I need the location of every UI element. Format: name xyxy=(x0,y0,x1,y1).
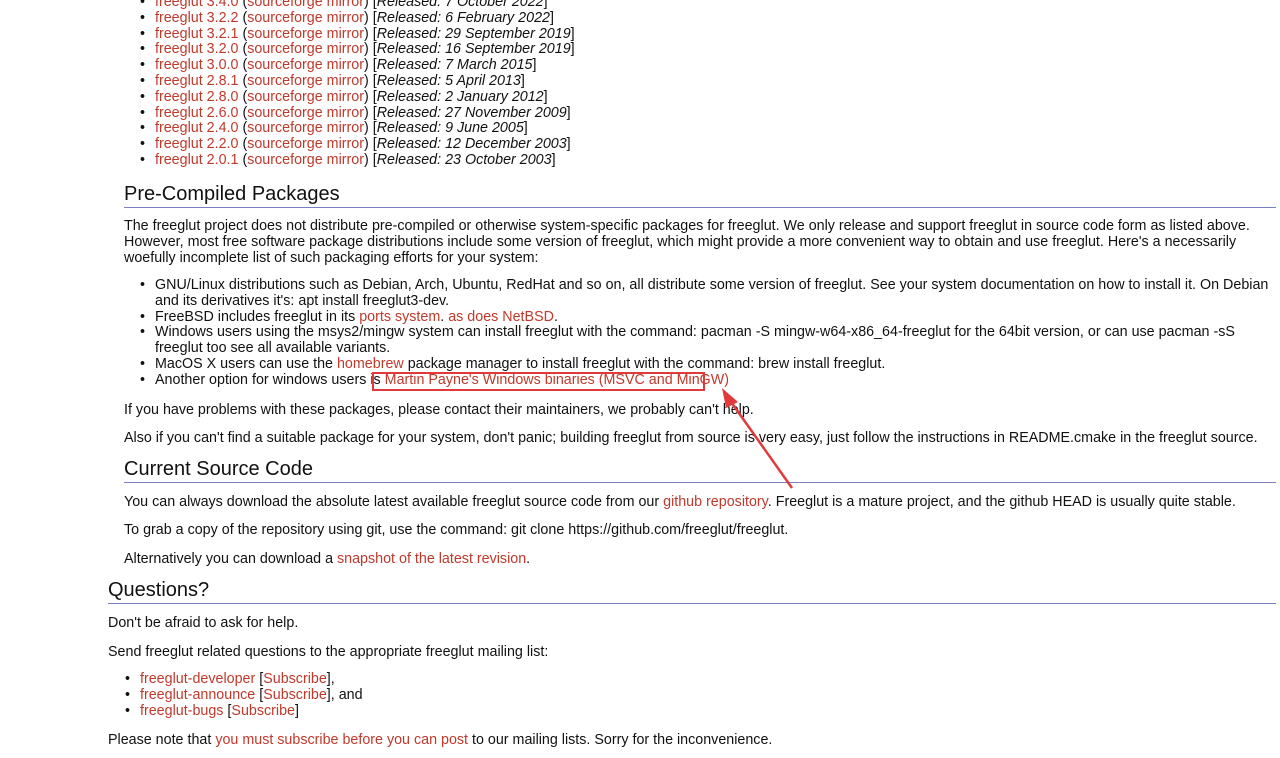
release-link[interactable]: freeglut 3.4.0 xyxy=(155,0,238,10)
release-date: Released: 27 November 2009 xyxy=(376,104,567,121)
release-link[interactable]: freeglut 2.8.1 xyxy=(155,73,238,89)
subscribe-link[interactable]: Subscribe xyxy=(263,687,327,703)
list-item: freeglut 2.8.0 (sourceforge mirror) [Rel… xyxy=(140,88,575,106)
release-link[interactable]: freeglut 2.2.0 xyxy=(155,136,238,152)
section-heading-precompiled: Pre-Compiled Packages xyxy=(124,181,1276,208)
mirror-link[interactable]: sourceforge mirror xyxy=(247,152,364,168)
list-item-linux: GNU/Linux distributions such as Debian, … xyxy=(140,277,1270,310)
mirror-link[interactable]: sourceforge mirror xyxy=(247,136,364,152)
mailing-list-intro: Send freeglut related questions to the a… xyxy=(108,644,549,660)
help-text: Don't be afraid to ask for help. xyxy=(108,615,299,631)
release-date: Released: 12 December 2003 xyxy=(376,136,567,153)
list-item: freeglut 2.0.1 (sourceforge mirror) [Rel… xyxy=(140,151,575,169)
snapshot-text: Alternatively you can download a snapsho… xyxy=(124,551,530,567)
another-option-text: Another option for windows users is xyxy=(155,371,385,388)
release-link[interactable]: freeglut 3.0.0 xyxy=(155,57,238,73)
list-item: freeglut 2.8.1 (sourceforge mirror) [Rel… xyxy=(140,72,575,90)
subscribe-link[interactable]: Subscribe xyxy=(263,671,327,687)
download-text: You can always download the absolute lat… xyxy=(124,494,1236,510)
mirror-link[interactable]: sourceforge mirror xyxy=(247,41,364,57)
list-tail: ], and xyxy=(326,686,363,703)
release-date: Released: 5 April 2013 xyxy=(376,72,521,89)
mirror-link[interactable]: sourceforge mirror xyxy=(247,0,364,10)
snapshot-link[interactable]: snapshot of the latest revision xyxy=(337,551,526,567)
linux-text: GNU/Linux distributions such as Debian, … xyxy=(155,277,1269,309)
section-heading-current-source: Current Source Code xyxy=(124,456,1276,483)
list-item-freebsd: FreeBSD includes freeglut in its ports s… xyxy=(140,308,1270,326)
windows-text: Windows users using the msys2/mingw syst… xyxy=(155,324,1235,357)
subscribe-before-post-link[interactable]: you must subscribe before you can post xyxy=(215,732,468,748)
release-date: Released: 2 January 2012 xyxy=(376,88,544,105)
problems-text: If you have problems with these packages… xyxy=(124,402,754,418)
release-date: Released: 23 October 2003 xyxy=(376,151,552,168)
release-date: Released: 16 September 2019 xyxy=(376,41,571,58)
download-text-post: . Freeglut is a mature project, and the … xyxy=(767,494,1236,510)
list-item-windows: Windows users using the msys2/mingw syst… xyxy=(140,324,1270,357)
mirror-link[interactable]: sourceforge mirror xyxy=(247,73,364,89)
list-item: freeglut 3.2.1 (sourceforge mirror) [Rel… xyxy=(140,25,575,43)
package-list: GNU/Linux distributions such as Debian, … xyxy=(140,277,1270,389)
also-text: Also if you can't find a suitable packag… xyxy=(124,430,1258,446)
github-repository-link[interactable]: github repository xyxy=(663,494,768,510)
list-item: freeglut-developer [Subscribe], xyxy=(125,671,363,688)
mirror-link[interactable]: sourceforge mirror xyxy=(247,120,364,136)
release-link[interactable]: freeglut 3.2.1 xyxy=(155,26,238,42)
git-clone-text: To grab a copy of the repository using g… xyxy=(124,522,789,538)
mirror-link[interactable]: sourceforge mirror xyxy=(247,105,364,121)
release-date: Released: 7 October 2022 xyxy=(376,0,544,10)
release-link[interactable]: freeglut 2.0.1 xyxy=(155,152,238,168)
list-item: freeglut 3.2.2 (sourceforge mirror) [Rel… xyxy=(140,9,575,27)
list-item-macos: MacOS X users can use the homebrew packa… xyxy=(140,355,1270,373)
subscribe-note: Please note that you must subscribe befo… xyxy=(108,732,772,748)
list-tail: ] xyxy=(294,702,299,719)
mailing-list-link[interactable]: freeglut-developer xyxy=(140,671,255,687)
list-item: freeglut 3.2.0 (sourceforge mirror) [Rel… xyxy=(140,41,575,58)
release-date: Released: 7 March 2015 xyxy=(376,57,533,74)
list-item: freeglut 2.6.0 (sourceforge mirror) [Rel… xyxy=(140,104,575,122)
release-date: Released: 29 September 2019 xyxy=(376,25,571,42)
release-list: freeglut 3.4.0 (sourceforge mirror) [Rel… xyxy=(140,0,575,169)
snapshot-text-post: . xyxy=(526,551,531,567)
release-link[interactable]: freeglut 2.8.0 xyxy=(155,89,238,105)
note-pre: Please note that xyxy=(108,732,216,748)
mailing-list-link[interactable]: freeglut-announce xyxy=(140,687,255,703)
list-tail: ], xyxy=(326,671,335,687)
mirror-link[interactable]: sourceforge mirror xyxy=(247,57,364,73)
list-item: freeglut 3.0.0 (sourceforge mirror) [Rel… xyxy=(140,57,575,74)
mailing-list-link[interactable]: freeglut-bugs xyxy=(140,703,223,719)
list-item: freeglut 2.4.0 (sourceforge mirror) [Rel… xyxy=(140,120,575,137)
macos-text: MacOS X users can use the xyxy=(155,355,337,372)
release-link[interactable]: freeglut 3.2.2 xyxy=(155,10,238,26)
precompiled-intro: The freeglut project does not distribute… xyxy=(124,218,1250,266)
mirror-link[interactable]: sourceforge mirror xyxy=(247,26,364,42)
subscribe-link[interactable]: Subscribe xyxy=(231,703,295,719)
macos-text-end: package manager to install freeglut with… xyxy=(403,355,886,372)
freebsd-end: . xyxy=(553,308,558,325)
section-heading-questions: Questions? xyxy=(108,577,1276,604)
freebsd-text: FreeBSD includes freeglut in its xyxy=(155,308,360,325)
download-text-pre: You can always download the absolute lat… xyxy=(124,494,664,510)
release-date: Released: 9 June 2005 xyxy=(376,120,524,137)
release-link[interactable]: freeglut 2.4.0 xyxy=(155,120,238,136)
release-link[interactable]: freeglut 2.6.0 xyxy=(155,105,238,121)
list-item: freeglut-bugs [Subscribe] xyxy=(125,702,363,720)
netbsd-link[interactable]: as does NetBSD xyxy=(448,309,554,325)
mailing-list: freeglut-developer [Subscribe], freeglut… xyxy=(125,671,363,720)
release-date: Released: 6 February 2022 xyxy=(376,9,550,26)
ports-system-link[interactable]: ports system xyxy=(359,309,440,325)
windows-binaries-link[interactable]: Martin Payne's Windows binaries (MSVC an… xyxy=(385,372,729,388)
list-item: freeglut 2.2.0 (sourceforge mirror) [Rel… xyxy=(140,136,575,153)
mirror-link[interactable]: sourceforge mirror xyxy=(247,10,364,26)
list-item-windows-binaries: Another option for windows users is Mart… xyxy=(140,371,1270,389)
homebrew-link[interactable]: homebrew xyxy=(337,356,404,372)
mirror-link[interactable]: sourceforge mirror xyxy=(247,89,364,105)
release-link[interactable]: freeglut 3.2.0 xyxy=(155,41,238,57)
note-post: to our mailing lists. Sorry for the inco… xyxy=(468,732,773,748)
snapshot-text-pre: Alternatively you can download a xyxy=(124,551,337,567)
list-item: freeglut-announce [Subscribe], and xyxy=(125,686,363,704)
